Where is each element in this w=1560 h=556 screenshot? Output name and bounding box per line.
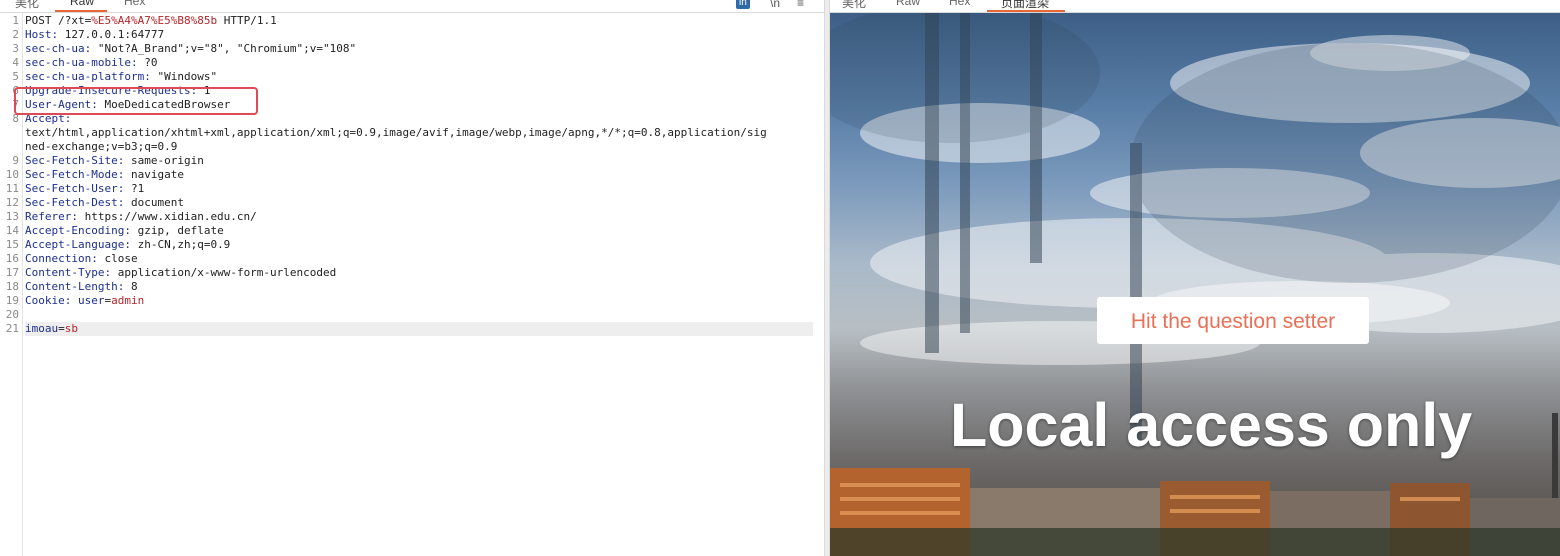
accept-value-line-2[interactable]: ned-exchange;v=b3;q=0.9 — [25, 140, 813, 154]
http-protocol: HTTP/1.1 — [223, 14, 277, 27]
request-path-param: %E5%A4%A7%E5%B8%85b — [91, 14, 218, 27]
line-number: 14 — [5, 224, 19, 237]
line-number: 4 — [12, 56, 19, 69]
header-name: Cookie — [25, 294, 65, 307]
header-value: close — [104, 252, 138, 265]
tab-raw[interactable]: Raw — [70, 0, 94, 8]
line-number: 21 — [5, 322, 19, 335]
line-number: 2 — [12, 28, 19, 41]
header-line[interactable]: Content-Length: 8 — [25, 280, 813, 294]
header-name: Content-Length — [25, 280, 118, 293]
rendered-page: Hit the question setter Local access onl… — [830, 13, 1560, 556]
line-number: 9 — [12, 154, 19, 167]
header-value: 8 — [130, 280, 138, 293]
header-line[interactable]: Accept-Encoding: gzip, deflate — [25, 224, 813, 238]
request-path: /?xt= — [58, 14, 92, 27]
line-number: 5 — [12, 70, 19, 83]
header-name: Sec-Fetch-Site — [25, 154, 118, 167]
background-photo — [830, 13, 1560, 556]
cookie-value: admin — [111, 294, 145, 307]
header-name: Sec-Fetch-Dest — [25, 196, 118, 209]
header-value: 127.0.0.1:64777 — [64, 28, 165, 41]
active-tab-underline — [987, 10, 1065, 12]
line-number: 10 — [5, 168, 19, 181]
tab-pretty[interactable]: 美化 — [842, 0, 866, 11]
header-value: "Windows" — [157, 70, 218, 83]
header-line[interactable]: Sec-Fetch-User: ?1 — [25, 182, 813, 196]
request-editor-panel: 美化 Raw Hex ln \n ≡ 1 2 3 4 5 6 7 8 9 10 11 12 13 14 15… — [0, 0, 824, 556]
header-line[interactable]: Connection: close — [25, 252, 813, 266]
cookie-header-line[interactable]: Cookie: user=admin — [25, 294, 813, 308]
header-name: sec-ch-ua-platform — [25, 70, 145, 83]
header-line[interactable]: sec-ch-ua: "Not?A_Brand";v="8", "Chromiu… — [25, 42, 813, 56]
page-headline: Local access only — [950, 391, 1473, 459]
line-number: 1 — [12, 14, 19, 27]
body-param-value: sb — [64, 322, 78, 335]
tab-raw[interactable]: Raw — [896, 0, 920, 8]
header-line[interactable]: Sec-Fetch-Mode: navigate — [25, 168, 813, 182]
line-number: 13 — [5, 210, 19, 223]
tab-hex[interactable]: Hex — [949, 0, 970, 8]
cookie-key: user — [78, 294, 105, 307]
header-line[interactable]: Referer: https://www.xidian.edu.cn/ — [25, 210, 813, 224]
header-line[interactable]: sec-ch-ua-mobile: ?0 — [25, 56, 813, 70]
header-value: ?1 — [130, 182, 145, 195]
line-number: 15 — [5, 238, 19, 251]
header-line[interactable]: sec-ch-ua-platform: "Windows" — [25, 70, 813, 84]
response-tab-bar: 美化 Raw Hex 页面渲染 — [830, 0, 1560, 13]
header-value: "Not?A_Brand";v="8", "Chromium";v="108" — [97, 42, 357, 55]
line-number: 11 — [5, 182, 19, 195]
menu-icon[interactable]: ≡ — [797, 0, 804, 10]
hit-the-question-setter-button[interactable]: Hit the question setter — [1097, 297, 1369, 344]
header-name: Referer — [25, 210, 72, 223]
line-wrap-icon[interactable]: ln — [736, 0, 750, 9]
header-name: Host — [25, 28, 52, 41]
header-value: same-origin — [130, 154, 204, 167]
header-value: document — [130, 196, 184, 209]
request-body-line[interactable]: imoau=sb — [25, 322, 813, 336]
line-number: 20 — [5, 308, 19, 321]
line-number: 12 — [5, 196, 19, 209]
render-panel: 美化 Raw Hex 页面渲染 Hit the question setter … — [830, 0, 1560, 556]
header-value: gzip, deflate — [137, 224, 224, 237]
header-name: Content-Type — [25, 266, 105, 279]
header-name: sec-ch-ua — [25, 42, 85, 55]
header-line[interactable]: Content-Type: application/x-www-form-url… — [25, 266, 813, 280]
header-value: application/x-www-form-urlencoded — [117, 266, 337, 279]
line-number: 19 — [5, 294, 19, 307]
accept-value-line-1[interactable]: text/html,application/xhtml+xml,applicat… — [25, 126, 813, 140]
header-line[interactable]: Host: 127.0.0.1:64777 — [25, 28, 813, 42]
request-tab-bar: 美化 Raw Hex ln \n ≡ — [0, 0, 824, 13]
header-name: Accept-Encoding — [25, 224, 125, 237]
header-value: zh-CN,zh;q=0.9 — [137, 238, 231, 251]
header-name: Accept-Language — [25, 238, 125, 251]
header-value: https://www.xidian.edu.cn/ — [84, 210, 257, 223]
header-name: Sec-Fetch-Mode — [25, 168, 118, 181]
tab-hex[interactable]: Hex — [124, 0, 145, 8]
line-number: 18 — [5, 280, 19, 293]
header-name: Connection — [25, 252, 92, 265]
header-name: Sec-Fetch-User — [25, 182, 118, 195]
header-name: sec-ch-ua-mobile — [25, 56, 131, 69]
body-param-key: imoau — [25, 322, 59, 335]
header-line[interactable]: Sec-Fetch-Site: same-origin — [25, 154, 813, 168]
line-number: 17 — [5, 266, 19, 279]
header-value: navigate — [130, 168, 184, 181]
request-line[interactable]: POST /?xt=%E5%A4%A7%E5%B8%85b HTTP/1.1 — [25, 14, 813, 28]
header-line[interactable]: Accept-Language: zh-CN,zh;q=0.9 — [25, 238, 813, 252]
newline-icon[interactable]: \n — [770, 0, 780, 10]
header-value: ?0 — [144, 56, 158, 69]
highlight-box — [14, 87, 258, 115]
header-line[interactable]: Sec-Fetch-Dest: document — [25, 196, 813, 210]
http-method: POST — [25, 14, 52, 27]
tab-pretty[interactable]: 美化 — [15, 0, 39, 11]
tree-line — [830, 528, 1560, 556]
line-number: 3 — [12, 42, 19, 55]
active-tab-underline — [55, 10, 107, 12]
line-number: 16 — [5, 252, 19, 265]
